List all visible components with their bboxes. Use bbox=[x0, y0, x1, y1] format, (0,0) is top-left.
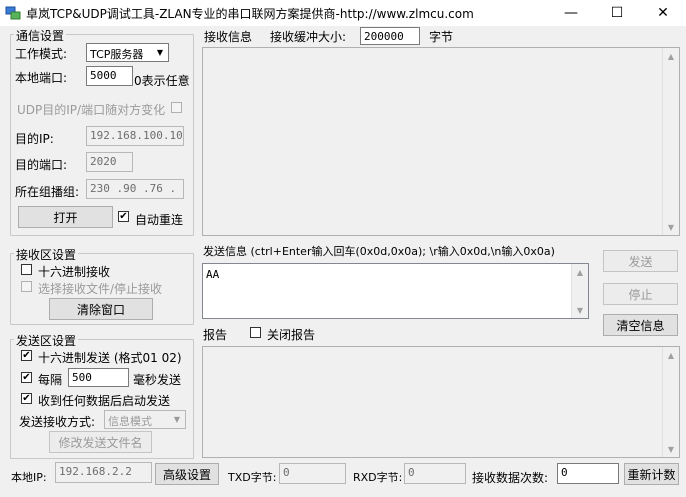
hex-recv-checkbox[interactable] bbox=[21, 264, 32, 275]
chevron-down-icon: ▼ bbox=[173, 415, 181, 424]
send-scrollbar[interactable]: ▲ ▼ bbox=[571, 264, 588, 318]
dest-ip-input[interactable]: 192.168.100.101 bbox=[86, 126, 184, 146]
window-title: 卓岚TCP&UDP调试工具-ZLAN专业的串口联网方案提供商-http://ww… bbox=[26, 7, 474, 21]
rxd-label: RXD字节: bbox=[353, 471, 403, 484]
close-report-label: 关闭报告 bbox=[267, 328, 316, 342]
interval-input[interactable]: 500 bbox=[68, 368, 129, 387]
stop-button[interactable]: 停止 bbox=[603, 283, 678, 305]
local-ip-field: 192.168.2.2 bbox=[55, 462, 152, 483]
auto-send-label: 收到任何数据后启动发送 bbox=[38, 394, 171, 408]
app-icon bbox=[5, 5, 21, 21]
multicast-group-label: 所在组播组: bbox=[15, 185, 80, 199]
recv-count-label: 接收数据次数: bbox=[472, 471, 549, 485]
close-button[interactable]: ✕ bbox=[640, 0, 686, 26]
work-mode-value: TCP服务器 bbox=[90, 48, 144, 61]
udp-random-checkbox[interactable] bbox=[171, 102, 182, 113]
scroll-up-icon[interactable]: ▲ bbox=[663, 347, 679, 363]
dest-port-label: 目的端口: bbox=[15, 158, 68, 172]
hex-send-checkbox[interactable]: ✔ bbox=[21, 350, 32, 361]
interval-unit-label: 毫秒发送 bbox=[133, 373, 182, 387]
hex-send-label: 十六进制发送 (格式01 02) bbox=[38, 351, 182, 365]
send-mode-value: 信息模式 bbox=[108, 415, 152, 428]
dest-ip-label: 目的IP: bbox=[15, 132, 54, 146]
minimize-button[interactable]: — bbox=[548, 0, 594, 26]
send-textarea[interactable]: AA ▲ ▼ bbox=[202, 263, 589, 319]
maximize-button[interactable]: ☐ bbox=[594, 0, 640, 26]
comm-settings-title: 通信设置 bbox=[14, 27, 67, 44]
auto-reconnect-label: 自动重连 bbox=[135, 213, 184, 227]
recount-button[interactable]: 重新计数 bbox=[624, 463, 679, 485]
port-hint-label: 0表示任意 bbox=[134, 74, 190, 88]
recv-buffer-unit: 字节 bbox=[429, 30, 454, 44]
clear-window-button[interactable]: 清除窗口 bbox=[49, 298, 153, 320]
recv-count-field: 0 bbox=[557, 463, 619, 484]
scroll-down-icon[interactable]: ▼ bbox=[572, 302, 588, 318]
send-text: AA bbox=[206, 268, 220, 281]
send-button[interactable]: 发送 bbox=[603, 250, 678, 272]
close-report-checkbox[interactable] bbox=[250, 327, 261, 338]
advanced-settings-button[interactable]: 高级设置 bbox=[155, 463, 219, 485]
scroll-up-icon[interactable]: ▲ bbox=[572, 264, 588, 280]
hex-recv-label: 十六进制接收 bbox=[38, 265, 111, 279]
recv-to-file-label: 选择接收文件/停止接收 bbox=[38, 282, 163, 296]
report-scrollbar[interactable]: ▲ ▼ bbox=[662, 347, 679, 457]
txd-label: TXD字节: bbox=[228, 471, 277, 484]
local-port-label: 本地端口: bbox=[15, 71, 68, 85]
scroll-down-icon[interactable]: ▼ bbox=[663, 219, 679, 235]
rxd-field: 0 bbox=[404, 463, 466, 484]
dest-port-input[interactable]: 2020 bbox=[86, 152, 133, 172]
open-button[interactable]: 打开 bbox=[18, 206, 113, 228]
send-settings-title: 发送区设置 bbox=[14, 332, 79, 349]
auto-send-checkbox[interactable]: ✔ bbox=[21, 393, 32, 404]
work-mode-label: 工作模式: bbox=[15, 47, 68, 61]
local-port-input[interactable]: 5000 bbox=[86, 66, 133, 86]
recv-info-label: 接收信息 bbox=[204, 30, 253, 44]
send-mode-select[interactable]: 信息模式 ▼ bbox=[104, 410, 186, 429]
txd-field: 0 bbox=[279, 463, 346, 484]
send-mode-label: 发送接收方式: bbox=[19, 415, 96, 429]
recv-textarea[interactable]: ▲ ▼ bbox=[202, 47, 680, 236]
multicast-group-input[interactable]: 230 .90 .76 . 1 bbox=[86, 179, 184, 199]
work-mode-select[interactable]: TCP服务器 ▼ bbox=[86, 43, 169, 62]
modify-filename-button[interactable]: 修改发送文件名 bbox=[49, 431, 152, 453]
local-ip-label: 本地IP: bbox=[11, 471, 47, 484]
recv-buffer-label: 接收缓冲大小: bbox=[270, 30, 347, 44]
scroll-up-icon[interactable]: ▲ bbox=[663, 48, 679, 64]
report-label: 报告 bbox=[203, 328, 228, 342]
recv-buffer-input[interactable]: 200000 bbox=[360, 27, 420, 45]
every-label: 每隔 bbox=[38, 373, 63, 387]
clear-info-button[interactable]: 清空信息 bbox=[603, 314, 678, 336]
recv-scrollbar[interactable]: ▲ ▼ bbox=[662, 48, 679, 235]
periodic-send-checkbox[interactable]: ✔ bbox=[21, 372, 32, 383]
scroll-down-icon[interactable]: ▼ bbox=[663, 441, 679, 457]
recv-settings-title: 接收区设置 bbox=[14, 246, 79, 263]
udp-random-label: UDP目的IP/端口随对方变化 bbox=[17, 103, 166, 117]
report-textarea[interactable]: ▲ ▼ bbox=[202, 346, 680, 458]
send-info-label: 发送信息 (ctrl+Enter输入回车(0x0d,0x0a); \r输入0x0… bbox=[203, 245, 555, 258]
recv-to-file-checkbox[interactable] bbox=[21, 281, 32, 292]
auto-reconnect-checkbox[interactable]: ✔ bbox=[118, 211, 129, 222]
chevron-down-icon: ▼ bbox=[156, 48, 164, 57]
